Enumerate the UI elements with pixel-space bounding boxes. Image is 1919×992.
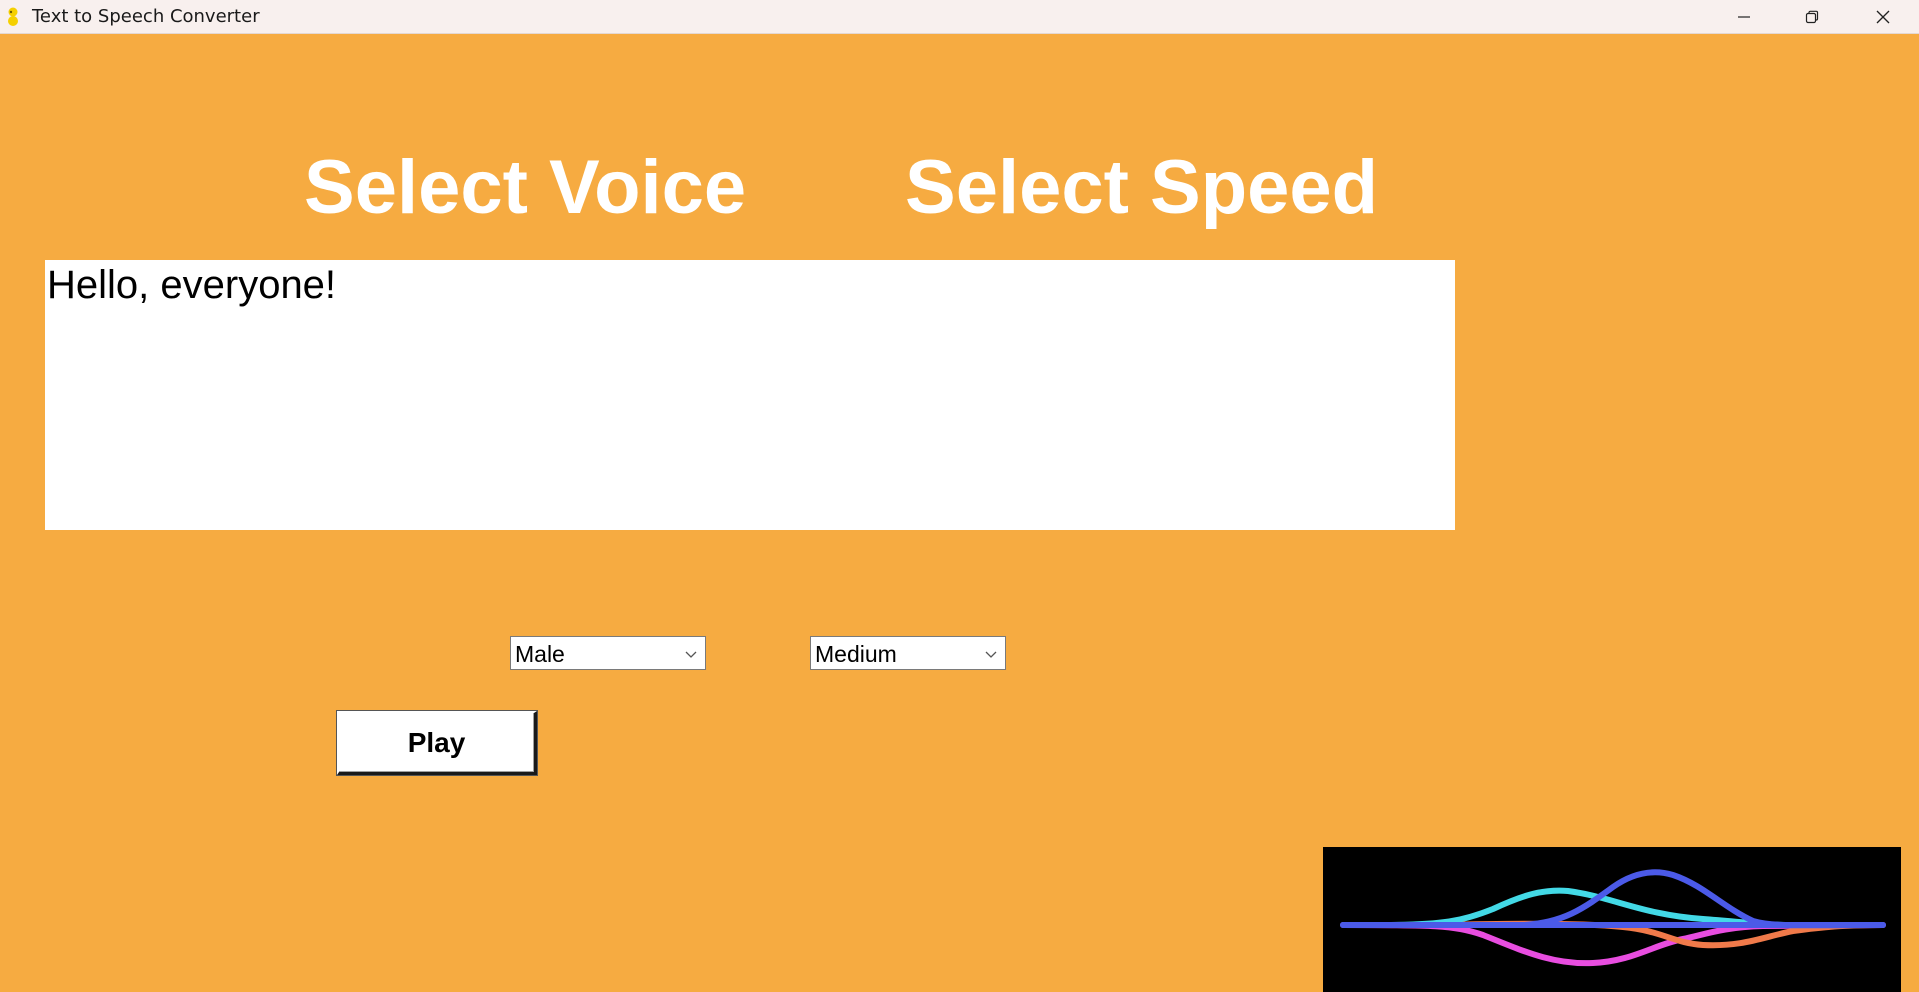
chevron-down-icon	[685, 651, 697, 658]
voice-select-value: Male	[515, 641, 565, 667]
sound-wave-icon	[1340, 869, 1886, 967]
speed-select[interactable]: Medium	[810, 636, 1006, 670]
select-speed-heading: Select Speed	[905, 145, 1379, 230]
text-input-area[interactable]: Hello, everyone!	[45, 260, 1455, 530]
app-icon	[6, 7, 20, 27]
voice-select[interactable]: Male	[510, 636, 706, 670]
restore-button[interactable]	[1778, 0, 1846, 34]
close-icon	[1876, 10, 1890, 24]
sound-wave-image	[1323, 847, 1901, 992]
select-voice-heading: Select Voice	[304, 145, 747, 230]
minimize-icon	[1738, 16, 1750, 18]
play-button[interactable]: Play	[337, 711, 537, 775]
title-bar: Text to Speech Converter	[0, 0, 1919, 34]
minimize-button[interactable]	[1710, 0, 1778, 34]
window-title: Text to Speech Converter	[32, 6, 260, 27]
restore-icon	[1805, 10, 1819, 24]
close-button[interactable]	[1849, 0, 1917, 34]
main-window: Select Voice Select Speed Hello, everyon…	[0, 34, 1919, 992]
chevron-down-icon	[985, 651, 997, 658]
speed-select-value: Medium	[815, 641, 897, 667]
